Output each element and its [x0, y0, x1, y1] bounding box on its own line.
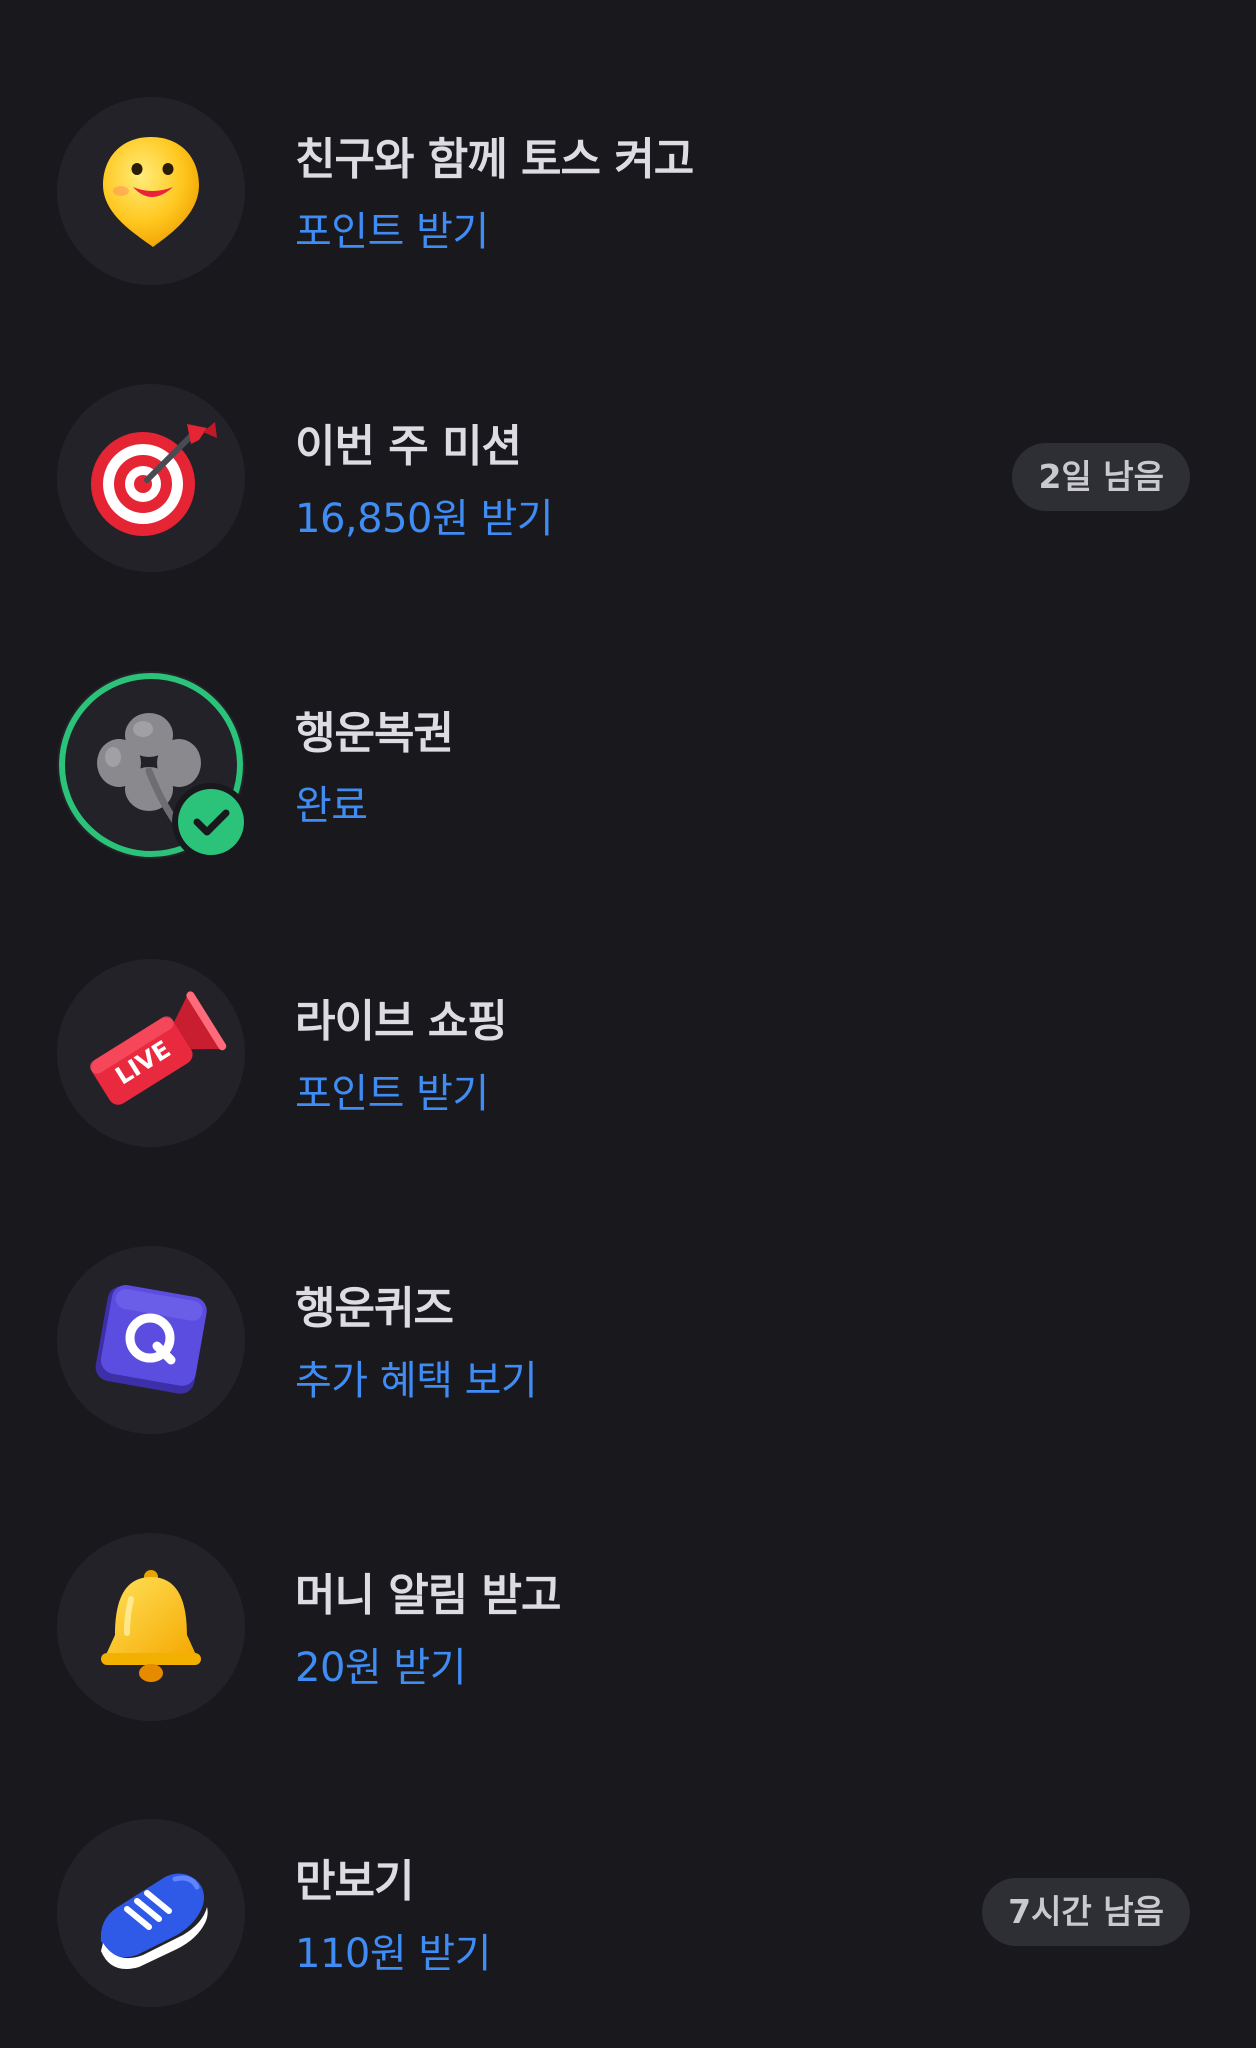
- icon-container: [57, 384, 245, 572]
- time-remaining-badge: 7시간 남음: [982, 1878, 1190, 1946]
- item-title: 만보기: [295, 1856, 414, 1907]
- item-subtitle: 20원 받기: [295, 1645, 467, 1691]
- live-megaphone-icon: LIVE: [90, 991, 227, 1105]
- icon-container: [57, 1533, 245, 1721]
- icon-container: LIVE: [57, 959, 245, 1147]
- item-title: 라이브 쇼핑: [295, 996, 508, 1047]
- list-item-friend-toss[interactable]: 친구와 함께 토스 켜고 포인트 받기: [0, 97, 1256, 287]
- icon-container: [57, 1819, 245, 2007]
- item-subtitle: 110원 받기: [295, 1931, 491, 1977]
- item-subtitle: 포인트 받기: [295, 1071, 489, 1117]
- bell-icon: [101, 1570, 201, 1682]
- list-item-money-notification[interactable]: 머니 알림 받고 20원 받기: [0, 1533, 1256, 1723]
- item-title: 행운퀴즈: [295, 1283, 454, 1334]
- icon-container: [57, 1246, 245, 1434]
- list-item-weekly-mission[interactable]: 이번 주 미션 16,850원 받기 2일 남음: [0, 384, 1256, 574]
- list-item-lucky-quiz[interactable]: 행운퀴즈 추가 혜택 보기: [0, 1246, 1256, 1436]
- list-item-lucky-lottery[interactable]: 행운복권 완료: [0, 671, 1256, 861]
- list-item-pedometer[interactable]: 만보기 110원 받기 7시간 남음: [0, 1819, 1256, 2009]
- time-remaining-badge: 2일 남음: [1012, 443, 1190, 511]
- item-title: 행운복권: [295, 708, 454, 759]
- item-title: 친구와 함께 토스 켜고: [295, 134, 694, 185]
- smiley-pin-icon: [103, 137, 199, 247]
- check-icon: [172, 783, 250, 861]
- item-subtitle: 추가 혜택 보기: [295, 1358, 538, 1404]
- icon-container: [57, 97, 245, 285]
- item-subtitle: 포인트 받기: [295, 209, 489, 255]
- sneaker-icon: [100, 1873, 208, 1969]
- item-title: 머니 알림 받고: [295, 1570, 562, 1621]
- quiz-block-icon: [95, 1284, 207, 1394]
- item-subtitle: 16,850원 받기: [295, 496, 554, 542]
- benefit-list: 친구와 함께 토스 켜고 포인트 받기 이번 주 미션 16,850원 받기 2…: [0, 0, 1256, 2048]
- list-item-live-shopping[interactable]: LIVE 라이브 쇼핑 포인트 받기: [0, 959, 1256, 1149]
- dart-target-icon: [91, 422, 217, 536]
- item-subtitle: 완료: [295, 783, 368, 829]
- item-title: 이번 주 미션: [295, 421, 522, 472]
